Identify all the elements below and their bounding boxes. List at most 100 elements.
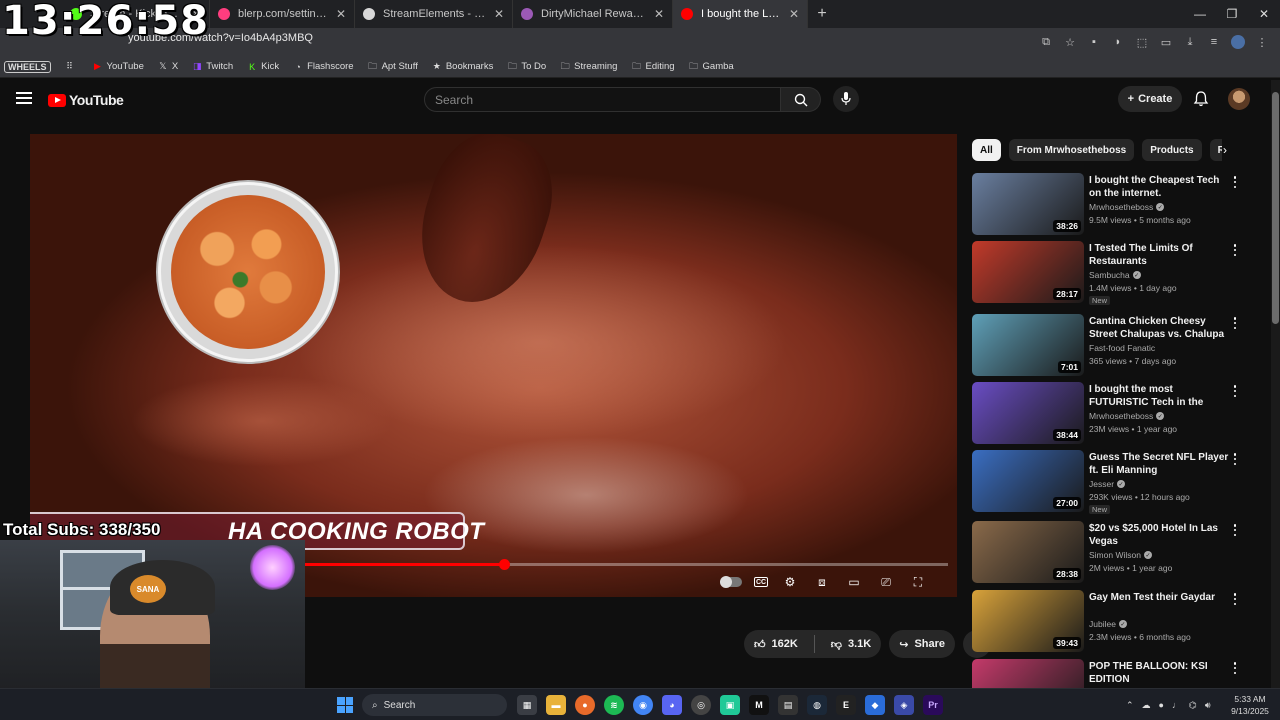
windows-start-icon[interactable] [337, 697, 353, 713]
recommendation-title[interactable]: I bought the Cheapest Tech on the intern… [1089, 174, 1229, 200]
tray-app-icon[interactable]: ● [1159, 700, 1164, 710]
video-thumbnail[interactable]: 28:17 [972, 241, 1084, 303]
spotify-icon[interactable]: ≋ [604, 695, 624, 715]
recommendation-item[interactable]: 38:26 I bought the Cheapest Tech on the i… [972, 173, 1262, 235]
recommendation-item[interactable]: 27:00 Guess The Secret NFL Player ft. Eli… [972, 450, 1262, 514]
channel-name[interactable]: Mrwhosetheboss ✓ [1089, 202, 1165, 212]
tray-cloud-icon[interactable]: ☁ [1142, 700, 1151, 711]
maximize-icon[interactable]: ❐ [1216, 0, 1248, 28]
filter-chip[interactable]: All [972, 139, 1001, 161]
youtube-logo[interactable]: YouTube [48, 92, 124, 108]
taskbar-clock[interactable]: 5:33 AM 9/13/2025 [1228, 693, 1272, 717]
playlist-icon[interactable]: ≡ [1204, 32, 1224, 52]
video-player[interactable]: HA COOKING ROBOT CC ⚙ ⧈ ▭ ⎚ ⛶ [30, 134, 957, 597]
recommendation-item[interactable]: 28:38 $20 vs $25,000 Hotel In Las Vegas Si… [972, 521, 1262, 583]
account-avatar[interactable] [1228, 88, 1250, 110]
extension-icon[interactable]: ▪ [1084, 32, 1104, 52]
bookmark-item[interactable]: ◔ Flashscore [293, 61, 353, 72]
file-explorer-icon[interactable]: ▬ [546, 695, 566, 715]
tray-chevron-icon[interactable]: ⌃ [1126, 700, 1134, 711]
bookmark-item[interactable]: 🗀︎ Gamba [689, 61, 734, 73]
dislike-button[interactable]: 👎︎ 3.1K [821, 630, 881, 658]
miniplayer-icon[interactable]: ⧈ [812, 572, 832, 592]
bookmark-item[interactable]: 🗀︎ Streaming [560, 61, 618, 73]
like-button[interactable]: 👍︎ 162K [744, 630, 808, 658]
more-options-icon[interactable] [1230, 661, 1240, 675]
new-tab-button[interactable]: + [808, 0, 836, 28]
recommendation-item[interactable]: 39:43 Gay Men Test their Gaydar Jubilee ✓ 2.… [972, 590, 1262, 652]
discord-icon[interactable]: ◕ [662, 695, 682, 715]
tab-close-icon[interactable]: ✕ [654, 7, 664, 21]
recommendation-title[interactable]: Gay Men Test their Gaydar [1089, 591, 1229, 604]
recommendation-title[interactable]: Cantina Chicken Cheesy Street Chalupas v… [1089, 315, 1229, 341]
channel-name[interactable]: Simon Wilson ✓ [1089, 550, 1152, 560]
task-view-icon[interactable]: ▦ [517, 695, 537, 715]
more-options-icon[interactable] [1230, 316, 1240, 330]
bookmark-star-icon[interactable]: ☆ [1060, 32, 1080, 52]
bookmark-item[interactable]: ◨ Twitch [192, 61, 233, 72]
browser-tab[interactable]: I bought the LAZIEST Tech ever ✕ [673, 0, 808, 28]
more-options-icon[interactable] [1230, 384, 1240, 398]
app-icon[interactable]: ▣ [720, 695, 740, 715]
bookmark-item[interactable]: 🗀︎ To Do [507, 61, 546, 73]
steam-icon[interactable]: ◍ [807, 695, 827, 715]
video-thumbnail[interactable]: 27:00 [972, 450, 1084, 512]
more-options-icon[interactable] [1230, 592, 1240, 606]
voice-search-button[interactable] [833, 86, 859, 112]
side-panel-icon[interactable]: ▭ [1156, 32, 1176, 52]
captions-icon[interactable]: CC [754, 577, 768, 587]
more-options-icon[interactable] [1230, 452, 1240, 466]
more-options-icon[interactable] [1230, 175, 1240, 189]
scrollbar-thumb[interactable] [1272, 92, 1279, 324]
video-thumbnail[interactable]: 39:43 [972, 590, 1084, 652]
video-thumbnail[interactable]: 28:38 [972, 521, 1084, 583]
recommendation-item[interactable]: 28:17 I Tested The Limits Of Restaurants S… [972, 241, 1262, 305]
bookmark-item[interactable]: 🗀︎ Apt Stuff [368, 61, 418, 73]
minimize-icon[interactable]: — [1184, 0, 1216, 28]
bookmark-item[interactable]: 𝕏X [158, 61, 178, 72]
video-thumbnail[interactable]: 38:44 [972, 382, 1084, 444]
chrome-icon[interactable]: ◉ [633, 695, 653, 715]
recommendation-title[interactable]: I Tested The Limits Of Restaurants [1089, 242, 1229, 268]
bookmark-item[interactable]: 🗀︎ Editing [631, 61, 675, 73]
video-thumbnail[interactable]: 7:01 [972, 314, 1084, 376]
close-window-icon[interactable]: ✕ [1248, 0, 1280, 28]
bookmark-item[interactable]: ★ Bookmarks [432, 61, 494, 72]
video-thumbnail[interactable]: 38:26 [972, 173, 1084, 235]
menu-dots-icon[interactable]: ⋮ [1252, 32, 1272, 52]
download-icon[interactable]: ⤓ [1180, 32, 1200, 52]
microphone-icon[interactable]: ♩ [1172, 700, 1181, 710]
more-options-icon[interactable] [1230, 243, 1240, 257]
bookmark-item[interactable]: WHEELS [4, 60, 51, 73]
bookmark-item[interactable]: K Kick [247, 61, 279, 72]
channel-name[interactable]: Jubilee ✓ [1089, 619, 1127, 629]
chevron-right-icon[interactable]: › [1216, 139, 1234, 161]
recommendation-title[interactable]: I bought the most FUTURISTIC Tech in the… [1089, 383, 1229, 409]
channel-name[interactable]: Mrwhosetheboss ✓ [1089, 411, 1165, 421]
recommendation-item[interactable]: 38:44 I bought the most FUTURISTIC Tech i… [972, 382, 1262, 444]
firefox-icon[interactable]: ● [575, 695, 595, 715]
bookmark-item[interactable]: ▶ YouTube [93, 61, 144, 72]
app-icon-indigo[interactable]: ◈ [894, 695, 914, 715]
tab-close-icon[interactable]: ✕ [494, 7, 504, 21]
tab-close-icon[interactable]: ✕ [336, 7, 346, 21]
search-input[interactable]: Search [424, 87, 781, 112]
network-icon[interactable]: ⌬ [1189, 700, 1197, 711]
volume-icon[interactable]: 🔊︎ [1205, 700, 1211, 711]
channel-name[interactable]: Jesser ✓ [1089, 479, 1126, 489]
app-icon-m[interactable]: M [749, 695, 769, 715]
more-options-icon[interactable] [1230, 523, 1240, 537]
create-button[interactable]: + Create [1118, 86, 1182, 112]
app-icon-grid[interactable]: ▤ [778, 695, 798, 715]
filter-chip[interactable]: Products [1142, 139, 1202, 161]
channel-name[interactable]: Fast-food Fanatic [1089, 343, 1155, 353]
extension-audio-icon[interactable]: ◗ [1108, 32, 1128, 52]
menu-icon[interactable] [16, 92, 32, 104]
recommendation-item[interactable]: 7:01 Cantina Chicken Cheesy Street Chalup… [972, 314, 1262, 376]
search-button[interactable] [781, 87, 821, 112]
fullscreen-icon[interactable]: ⛶ [908, 572, 928, 592]
filter-chip[interactable]: From Mrwhosetheboss [1008, 139, 1135, 161]
extensions-puzzle-icon[interactable]: ⬚ [1132, 32, 1152, 52]
browser-tab[interactable]: blerp.com/settings/dirtymichael ✕ [210, 0, 355, 28]
tab-close-icon[interactable]: ✕ [789, 7, 799, 21]
